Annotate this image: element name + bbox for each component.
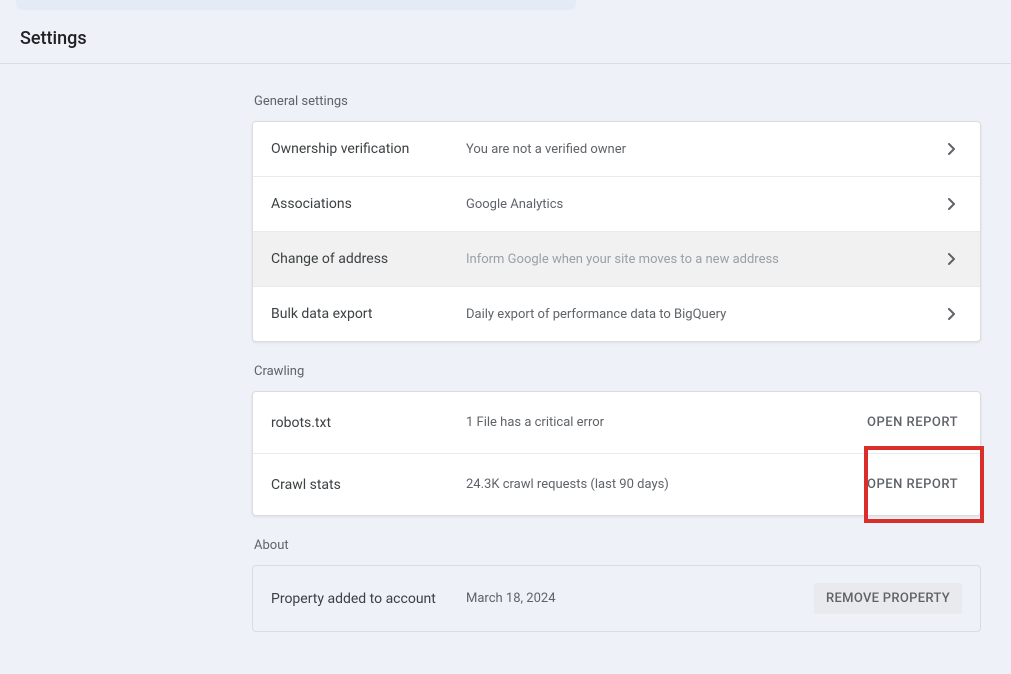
property-added-value: March 18, 2024 xyxy=(466,591,814,606)
ownership-verification-row[interactable]: Ownership verification You are not a ver… xyxy=(253,122,980,177)
change-of-address-label: Change of address xyxy=(271,251,466,267)
remove-property-button[interactable]: REMOVE PROPERTY xyxy=(814,583,962,614)
general-settings-section: General settings Ownership verification … xyxy=(252,94,981,342)
change-of-address-row[interactable]: Change of address Inform Google when you… xyxy=(253,232,980,287)
bulk-data-export-value: Daily export of performance data to BigQ… xyxy=(466,307,942,322)
about-card: Property added to account March 18, 2024… xyxy=(252,565,981,632)
robots-open-report-button[interactable]: OPEN REPORT xyxy=(863,409,962,436)
crawling-header: Crawling xyxy=(252,364,981,379)
general-settings-header: General settings xyxy=(252,94,981,109)
property-added-row: Property added to account March 18, 2024… xyxy=(253,566,980,631)
crawl-stats-value: 24.3K crawl requests (last 90 days) xyxy=(466,477,863,492)
associations-row[interactable]: Associations Google Analytics xyxy=(253,177,980,232)
about-section: About Property added to account March 18… xyxy=(252,538,981,632)
chevron-right-icon xyxy=(942,249,962,269)
chevron-right-icon xyxy=(942,194,962,214)
robots-txt-row[interactable]: robots.txt 1 File has a critical error O… xyxy=(253,392,980,454)
change-of-address-value: Inform Google when your site moves to a … xyxy=(466,252,942,267)
crawl-stats-open-report-button[interactable]: OPEN REPORT xyxy=(863,471,962,498)
ownership-verification-value: You are not a verified owner xyxy=(466,142,942,157)
chevron-right-icon xyxy=(942,139,962,159)
ownership-verification-label: Ownership verification xyxy=(271,141,466,157)
property-added-label: Property added to account xyxy=(271,591,466,607)
crawling-section: Crawling robots.txt 1 File has a critica… xyxy=(252,364,981,516)
associations-value: Google Analytics xyxy=(466,197,942,212)
page-title: Settings xyxy=(0,10,1011,64)
crawling-card: robots.txt 1 File has a critical error O… xyxy=(252,391,981,516)
chevron-right-icon xyxy=(942,304,962,324)
bulk-data-export-label: Bulk data export xyxy=(271,306,466,322)
top-placeholder xyxy=(16,0,576,10)
general-settings-card: Ownership verification You are not a ver… xyxy=(252,121,981,342)
crawl-stats-label: Crawl stats xyxy=(271,477,466,493)
associations-label: Associations xyxy=(271,196,466,212)
about-header: About xyxy=(252,538,981,553)
robots-txt-value: 1 File has a critical error xyxy=(466,415,863,430)
robots-txt-label: robots.txt xyxy=(271,415,466,431)
bulk-data-export-row[interactable]: Bulk data export Daily export of perform… xyxy=(253,287,980,341)
settings-content: General settings Ownership verification … xyxy=(0,64,1011,674)
crawl-stats-row[interactable]: Crawl stats 24.3K crawl requests (last 9… xyxy=(253,454,980,515)
